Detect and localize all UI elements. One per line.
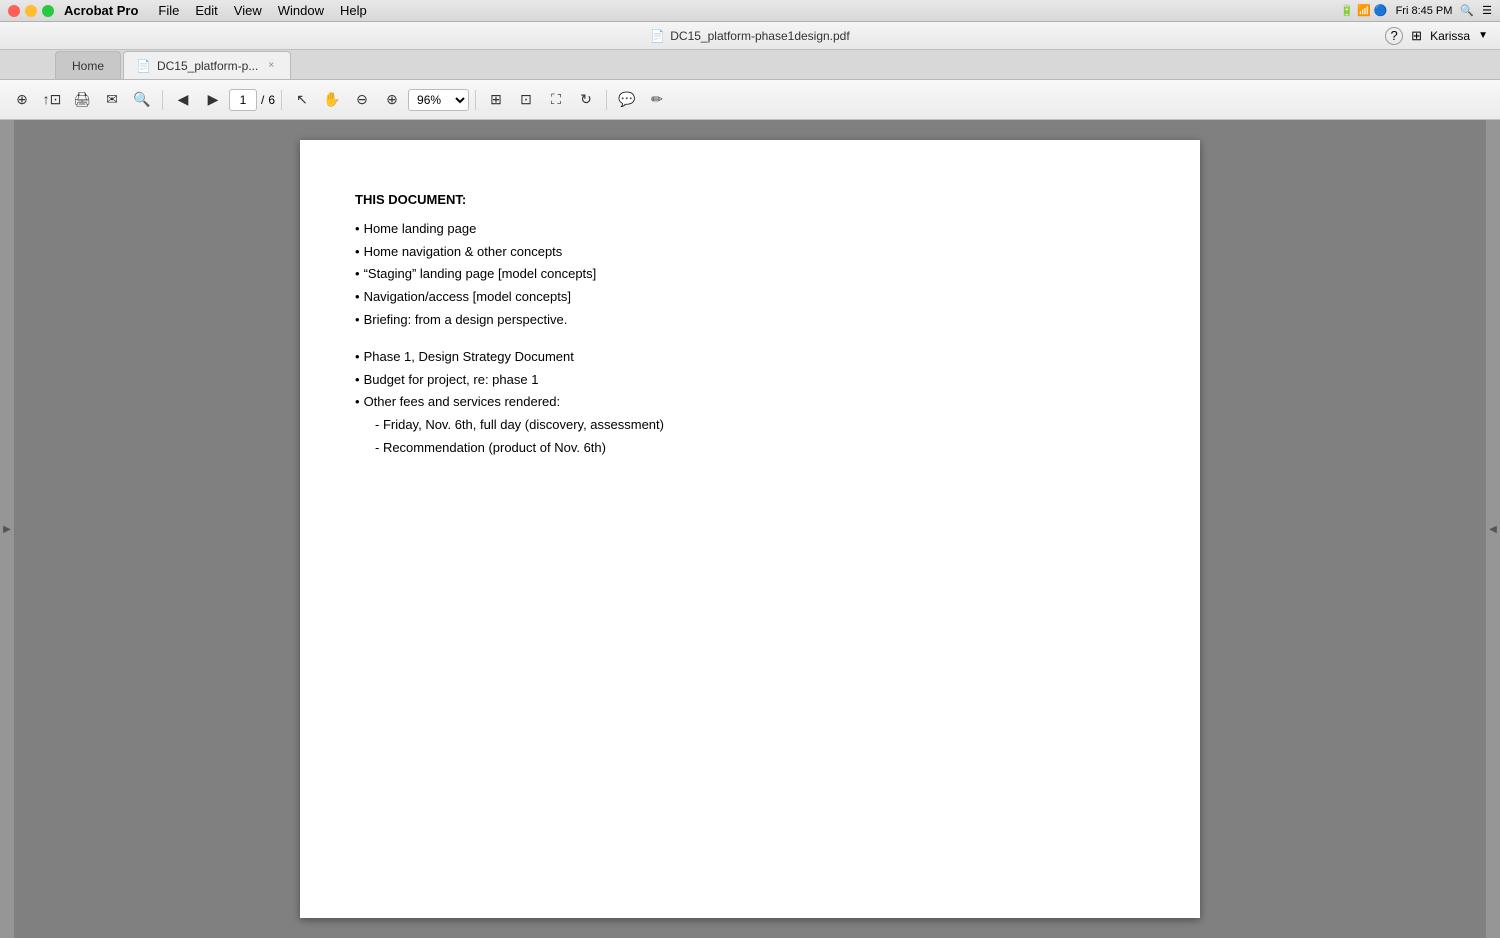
titlebar-title: 📄 DC15_platform-phase1design.pdf bbox=[650, 29, 849, 43]
document-title: DC15_platform-phase1design.pdf bbox=[670, 29, 849, 43]
minimize-button[interactable] bbox=[25, 5, 37, 17]
toolbar-search-button[interactable]: 🔍 bbox=[128, 87, 156, 113]
page-total: 6 bbox=[268, 93, 275, 107]
bullet-3: • “Staging” landing page [model concepts… bbox=[355, 264, 1145, 285]
toolbar-add-button[interactable]: ⊕ bbox=[8, 87, 36, 113]
tab-doc-icon: 📄 bbox=[136, 59, 151, 73]
tabbar: Home 📄 DC15_platform-p... × bbox=[0, 50, 1500, 80]
bullet-text-8: Other fees and services rendered: bbox=[364, 392, 561, 413]
sub-bullet-text-2: - Recommendation (product of Nov. 6th) bbox=[375, 440, 606, 455]
right-sidebar-toggle[interactable]: ◀ bbox=[1486, 120, 1500, 938]
bullet-symbol-1: • bbox=[355, 219, 360, 240]
bullet-4: • Navigation/access [model concepts] bbox=[355, 287, 1145, 308]
bullet-text-2: Home navigation & other concepts bbox=[364, 242, 563, 263]
menubar: Acrobat Pro File Edit View Window Help 🔋… bbox=[0, 0, 1500, 22]
titlebar-right: ? ⊞ Karissa ▼ bbox=[1385, 27, 1488, 45]
bullet-text-1: Home landing page bbox=[364, 219, 477, 240]
zoom-select[interactable]: 96% 50% 75% 100% 125% 150% bbox=[408, 89, 469, 111]
doc-heading: THIS DOCUMENT: bbox=[355, 190, 1145, 211]
spacer-1 bbox=[355, 333, 1145, 347]
app-name: Acrobat Pro bbox=[64, 3, 138, 18]
menu-help[interactable]: Help bbox=[340, 3, 367, 18]
pdf-viewer[interactable]: THIS DOCUMENT: • Home landing page • Hom… bbox=[14, 120, 1486, 938]
toolbar-full-screen-button[interactable]: ⛶ bbox=[542, 87, 570, 113]
toolbar-page-controls: / 6 bbox=[229, 89, 275, 111]
toolbar-print-button[interactable]: 🖨 bbox=[68, 87, 96, 113]
bullet-text-5: Briefing: from a design perspective. bbox=[364, 310, 568, 331]
toolbar-rotate-button[interactable]: ↻ bbox=[572, 87, 600, 113]
bullet-symbol-8: • bbox=[355, 392, 360, 413]
toolbar-separator-2 bbox=[281, 90, 282, 110]
menubar-right: 🔋 📶 🔵 Fri 8:45 PM 🔍 ☰ bbox=[1340, 4, 1492, 17]
bullet-symbol-6: • bbox=[355, 347, 360, 368]
help-button[interactable]: ? bbox=[1385, 27, 1403, 45]
bullet-text-7: Budget for project, re: phase 1 bbox=[364, 370, 539, 391]
organize-button[interactable]: ⊞ bbox=[1411, 28, 1422, 44]
bullet-8: • Other fees and services rendered: bbox=[355, 392, 1145, 413]
toolbar-separator-3 bbox=[475, 90, 476, 110]
tab-home-label: Home bbox=[72, 59, 104, 73]
toolbar-zoom-out-button[interactable]: ⊖ bbox=[348, 87, 376, 113]
menu-file[interactable]: File bbox=[158, 3, 179, 18]
traffic-lights bbox=[8, 5, 54, 17]
main-area: ▶ THIS DOCUMENT: • Home landing page • H… bbox=[0, 120, 1500, 938]
toolbar-prev-button[interactable]: ◀ bbox=[169, 87, 197, 113]
titlebar: 📄 DC15_platform-phase1design.pdf ? ⊞ Kar… bbox=[0, 22, 1500, 50]
toolbar-zoom: 96% 50% 75% 100% 125% 150% bbox=[408, 89, 469, 111]
bullet-2: • Home navigation & other concepts bbox=[355, 242, 1145, 263]
menu-window[interactable]: Window bbox=[278, 3, 324, 18]
system-icons: 🔋 📶 🔵 bbox=[1340, 4, 1387, 17]
bullet-symbol-4: • bbox=[355, 287, 360, 308]
bullet-5: • Briefing: from a design perspective. bbox=[355, 310, 1145, 331]
user-dropdown-icon[interactable]: ▼ bbox=[1478, 30, 1488, 41]
menu-view[interactable]: View bbox=[234, 3, 262, 18]
toolbar-save-button[interactable]: ↑⊡ bbox=[38, 87, 66, 113]
toolbar-select-button[interactable]: ↖ bbox=[288, 87, 316, 113]
bullet-symbol-7: • bbox=[355, 370, 360, 391]
toolbar: ⊕ ↑⊡ 🖨 ✉ 🔍 ◀ ▶ / 6 ↖ ✋ ⊖ ⊕ 96% 50% 75% 1… bbox=[0, 80, 1500, 120]
sub-bullet-2: - Recommendation (product of Nov. 6th) bbox=[375, 438, 1145, 459]
pdf-icon: 📄 bbox=[650, 29, 665, 43]
tab-home[interactable]: Home bbox=[55, 51, 121, 79]
toolbar-zoom-in-button[interactable]: ⊕ bbox=[378, 87, 406, 113]
tab-document[interactable]: 📄 DC15_platform-p... × bbox=[123, 51, 291, 79]
sub-bullet-1: - Friday, Nov. 6th, full day (discovery,… bbox=[375, 415, 1145, 436]
toolbar-separator-4 bbox=[606, 90, 607, 110]
tab-close-button[interactable]: × bbox=[264, 59, 278, 73]
bullet-6: • Phase 1, Design Strategy Document bbox=[355, 347, 1145, 368]
search-icon[interactable]: 🔍 bbox=[1460, 4, 1474, 17]
page-number-input[interactable] bbox=[229, 89, 257, 111]
toolbar-comment-button[interactable]: 💬 bbox=[613, 87, 641, 113]
pdf-page: THIS DOCUMENT: • Home landing page • Hom… bbox=[300, 140, 1200, 918]
tab-doc-label: DC15_platform-p... bbox=[157, 59, 258, 73]
bullet-symbol-2: • bbox=[355, 242, 360, 263]
menubar-items: Acrobat Pro File Edit View Window Help bbox=[64, 3, 1340, 18]
bullet-symbol-5: • bbox=[355, 310, 360, 331]
page-separator: / bbox=[261, 93, 264, 107]
bullet-1: • Home landing page bbox=[355, 219, 1145, 240]
menu-edit[interactable]: Edit bbox=[195, 3, 217, 18]
toolbar-annotate-button[interactable]: ✏ bbox=[643, 87, 671, 113]
bullet-text-4: Navigation/access [model concepts] bbox=[364, 287, 571, 308]
maximize-button[interactable] bbox=[42, 5, 54, 17]
toolbar-fit-page-button[interactable]: ⊞ bbox=[482, 87, 510, 113]
toolbar-hand-button[interactable]: ✋ bbox=[318, 87, 346, 113]
toolbar-fit-width-button[interactable]: ⊡ bbox=[512, 87, 540, 113]
toolbar-separator-1 bbox=[162, 90, 163, 110]
toolbar-email-button[interactable]: ✉ bbox=[98, 87, 126, 113]
bullet-text-6: Phase 1, Design Strategy Document bbox=[364, 347, 574, 368]
close-button[interactable] bbox=[8, 5, 20, 17]
menu-icon[interactable]: ☰ bbox=[1482, 4, 1492, 17]
bullet-symbol-3: • bbox=[355, 264, 360, 285]
user-label: Karissa bbox=[1430, 29, 1470, 43]
left-sidebar-toggle[interactable]: ▶ bbox=[0, 120, 14, 938]
sub-bullet-text-1: - Friday, Nov. 6th, full day (discovery,… bbox=[375, 417, 664, 432]
clock: Fri 8:45 PM bbox=[1396, 5, 1453, 17]
bullet-text-3: “Staging” landing page [model concepts] bbox=[364, 264, 597, 285]
toolbar-next-button[interactable]: ▶ bbox=[199, 87, 227, 113]
bullet-7: • Budget for project, re: phase 1 bbox=[355, 370, 1145, 391]
